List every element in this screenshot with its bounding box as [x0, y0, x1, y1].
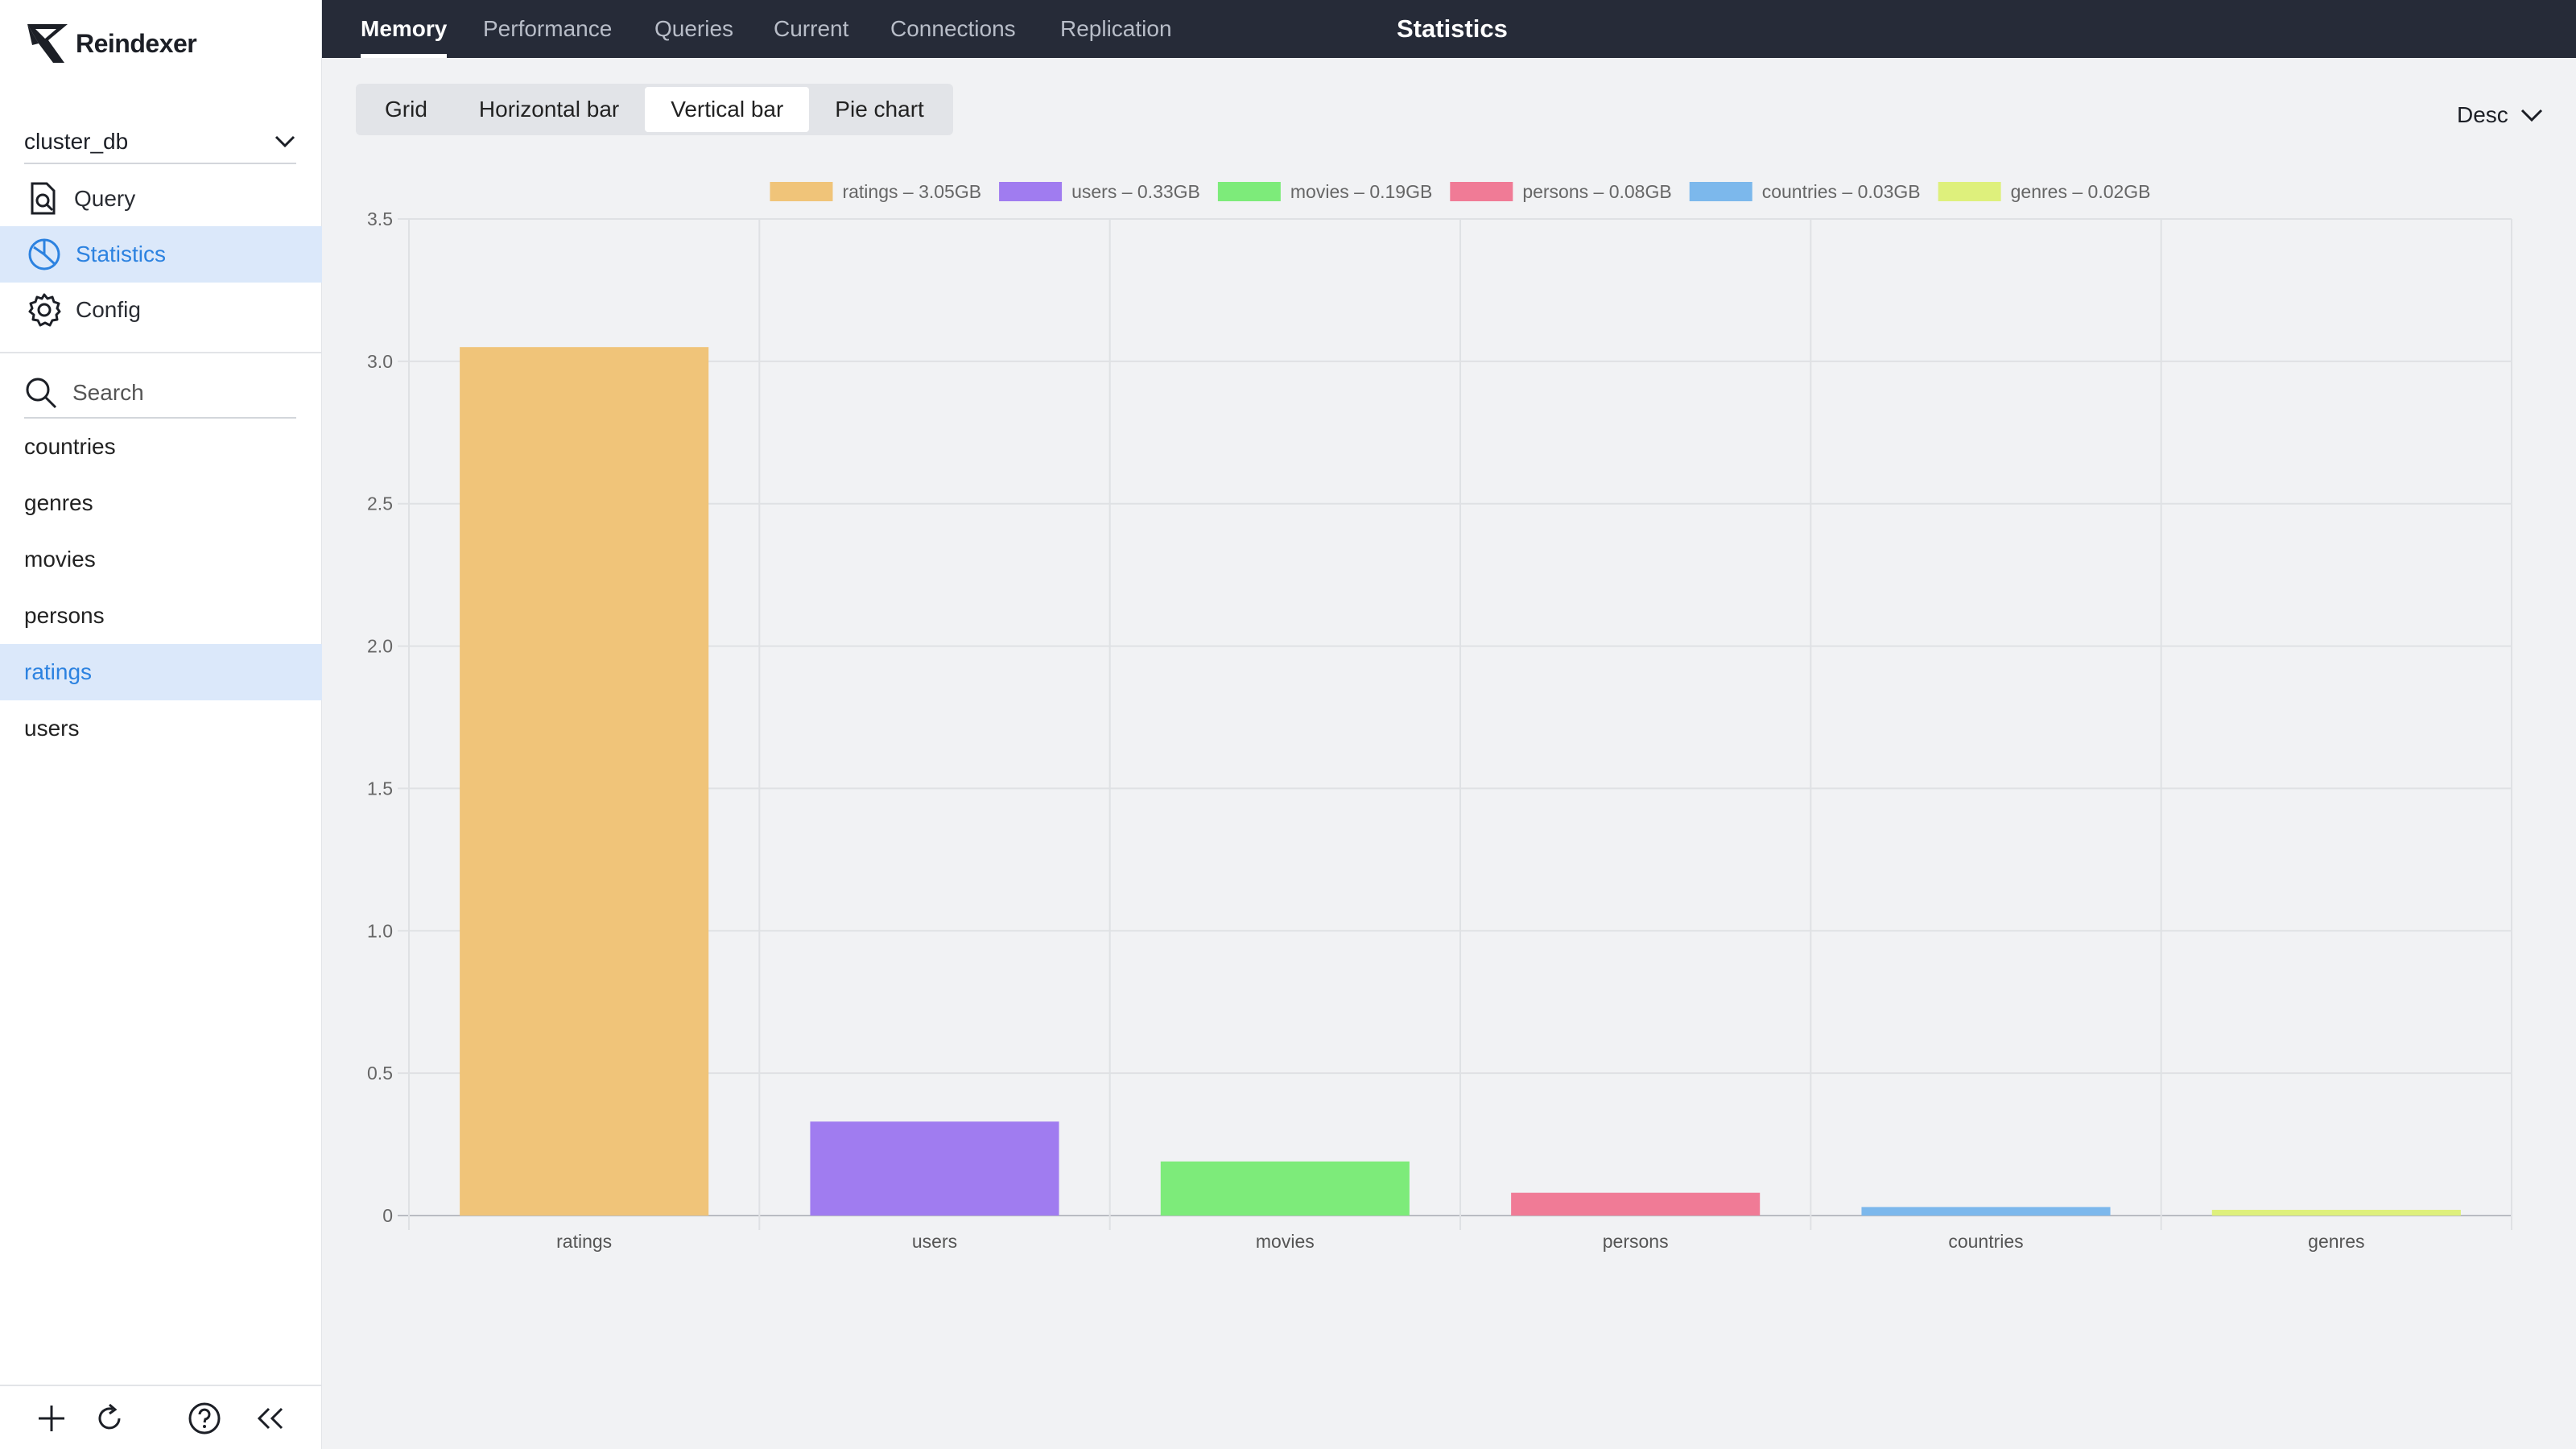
bar-ratings[interactable]	[460, 347, 709, 1216]
legend-item-movies[interactable]: movies – 0.19GB	[1217, 181, 1432, 202]
app-logo[interactable]: Reindexer	[24, 19, 197, 68]
sort-order-select[interactable]: Desc	[2457, 95, 2544, 135]
y-tick-label: 2.5	[367, 493, 393, 514]
sort-order-value: Desc	[2457, 102, 2508, 127]
help-button[interactable]	[187, 1401, 222, 1436]
namespace-item-genres[interactable]: genres	[0, 475, 322, 531]
legend-swatch	[999, 182, 1063, 201]
chart-view-toggle: Grid Horizontal bar Vertical bar Pie cha…	[356, 84, 953, 135]
tab-connections[interactable]: Connections	[890, 0, 1016, 58]
x-tick-label: persons	[1603, 1231, 1669, 1252]
legend-swatch	[770, 182, 833, 201]
chart-x-axis: ratings users movies persons countries genres	[556, 1231, 2364, 1252]
document-search-icon	[31, 182, 56, 215]
sidebar-nav-statistics[interactable]: Statistics	[0, 226, 322, 283]
view-vertical-bar-button[interactable]: Vertical bar	[645, 87, 810, 132]
namespace-search-input[interactable]	[71, 379, 283, 407]
pie-chart-icon	[28, 238, 60, 270]
tab-current[interactable]: Current	[774, 0, 848, 58]
x-tick-label: movies	[1256, 1231, 1315, 1252]
legend-item-countries[interactable]: countries – 0.03GB	[1689, 181, 1921, 202]
chart-grid	[398, 218, 2512, 1230]
y-tick-label: 0.5	[367, 1063, 393, 1084]
chevron-down-icon	[275, 135, 295, 148]
memory-bar-chart: ratings – 3.05GB users – 0.33GB movies – 0…	[367, 181, 2512, 1252]
reindexer-logo-icon	[27, 24, 68, 63]
bar-countries[interactable]	[1861, 1207, 2111, 1216]
y-tick-label: 0	[382, 1205, 393, 1226]
add-button[interactable]	[34, 1401, 69, 1436]
refresh-button[interactable]	[92, 1401, 127, 1436]
bar-movies[interactable]	[1160, 1161, 1410, 1216]
plus-icon	[39, 1406, 64, 1431]
x-tick-label: genres	[2308, 1231, 2364, 1252]
y-tick-label: 3.5	[367, 208, 393, 229]
database-select-value: cluster_db	[24, 129, 129, 154]
namespace-item-users[interactable]: users	[0, 700, 322, 757]
namespace-search[interactable]	[24, 369, 296, 419]
collapse-sidebar-button[interactable]	[253, 1401, 288, 1436]
tab-memory[interactable]: Memory	[361, 0, 448, 58]
page-title: Statistics	[1397, 14, 1508, 43]
sidebar: Reindexer cluster_db Query Statistics Co…	[0, 0, 322, 1449]
y-tick-label: 3.0	[367, 351, 393, 372]
chevron-down-icon	[2520, 109, 2542, 122]
sidebar-divider	[0, 352, 322, 353]
legend-label: users – 0.33GB	[1071, 181, 1200, 202]
tab-replication[interactable]: Replication	[1060, 0, 1172, 58]
sidebar-nav-statistics-label: Statistics	[76, 242, 167, 266]
namespace-item-countries[interactable]: countries	[0, 419, 322, 475]
sidebar-nav-config-label: Config	[76, 297, 141, 322]
sidebar-nav-query-label: Query	[74, 186, 136, 211]
namespace-item-ratings[interactable]: ratings	[0, 644, 322, 700]
y-tick-label: 1.0	[367, 920, 393, 941]
namespace-item-persons[interactable]: persons	[0, 588, 322, 644]
bar-users[interactable]	[810, 1121, 1059, 1216]
sidebar-nav-query[interactable]: Query	[0, 171, 322, 227]
legend-item-genres[interactable]: genres – 0.02GB	[1938, 181, 2151, 202]
x-tick-label: countries	[1948, 1231, 2023, 1252]
legend-label: countries – 0.03GB	[1762, 181, 1921, 202]
view-pie-chart-button[interactable]: Pie chart	[809, 87, 950, 132]
tab-performance[interactable]: Performance	[483, 0, 612, 58]
namespace-item-movies[interactable]: movies	[0, 531, 322, 588]
help-icon	[188, 1402, 221, 1435]
tab-queries[interactable]: Queries	[654, 0, 733, 58]
legend-label: genres – 0.02GB	[2011, 181, 2151, 202]
top-bar: Memory Performance Queries Current Conne…	[322, 0, 2576, 58]
y-tick-label: 1.5	[367, 778, 393, 799]
legend-swatch	[1450, 182, 1513, 201]
x-tick-label: users	[912, 1231, 957, 1252]
legend-label: persons – 0.08GB	[1522, 181, 1671, 202]
legend-item-users[interactable]: users – 0.33GB	[999, 181, 1200, 202]
chart-legend: ratings – 3.05GB users – 0.33GB movies – 0…	[770, 181, 2151, 202]
app-name: Reindexer	[76, 28, 197, 58]
sidebar-nav-config[interactable]: Config	[0, 282, 322, 338]
sidebar-footer	[0, 1385, 322, 1449]
x-tick-label: ratings	[556, 1231, 612, 1252]
chart-y-axis: 0 0.5 1.0 1.5 2.0 2.5 3.0 3.5	[367, 208, 393, 1226]
legend-swatch	[1217, 182, 1281, 201]
view-grid-button[interactable]: Grid	[359, 87, 453, 132]
view-horizontal-bar-button[interactable]: Horizontal bar	[453, 87, 645, 132]
collapse-icon	[257, 1407, 283, 1430]
bar-persons[interactable]	[1511, 1192, 1761, 1216]
legend-label: ratings – 3.05GB	[842, 181, 981, 202]
gear-icon	[28, 293, 61, 327]
search-icon	[26, 378, 57, 409]
y-tick-label: 2.0	[367, 636, 393, 657]
legend-label: movies – 0.19GB	[1290, 181, 1432, 202]
legend-swatch	[1938, 182, 2001, 201]
bar-genres[interactable]	[2211, 1209, 2461, 1216]
legend-item-ratings[interactable]: ratings – 3.05GB	[770, 181, 981, 202]
refresh-icon	[98, 1403, 121, 1430]
legend-item-persons[interactable]: persons – 0.08GB	[1450, 181, 1672, 202]
legend-swatch	[1689, 182, 1752, 201]
database-select[interactable]: cluster_db	[24, 121, 296, 164]
